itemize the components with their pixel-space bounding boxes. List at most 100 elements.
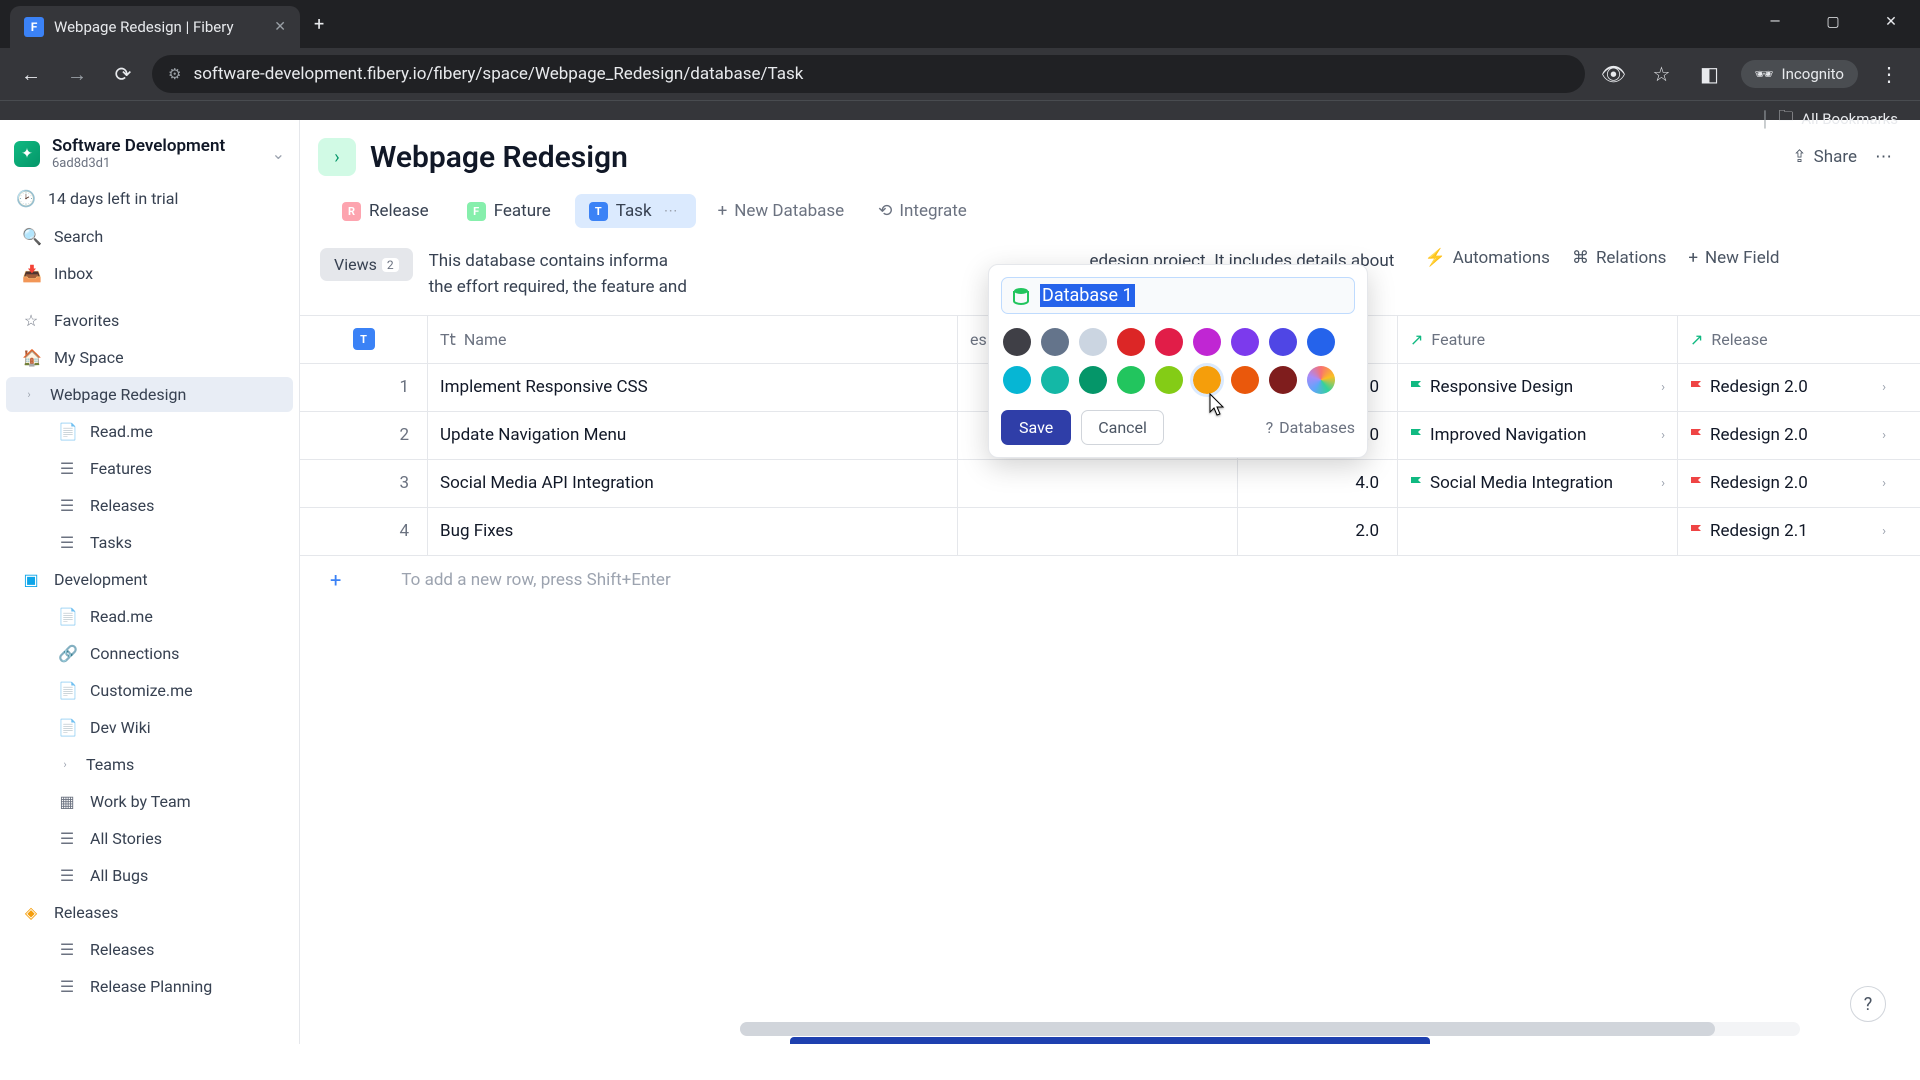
cell-release[interactable]: Redesign 2.0› bbox=[1678, 364, 1898, 411]
th-release[interactable]: ↗Release bbox=[1678, 316, 1898, 363]
chevron-right-icon[interactable]: › bbox=[22, 388, 36, 401]
cell-assignees[interactable] bbox=[958, 460, 1238, 507]
sidebar-item-readme-dev[interactable]: 📄 Read.me bbox=[6, 599, 293, 634]
minimize-icon[interactable]: ― bbox=[1746, 0, 1804, 44]
trial-banner[interactable]: 🕑 14 days left in trial bbox=[0, 179, 299, 218]
sidebar-item-allstories[interactable]: ☰ All Stories bbox=[6, 821, 293, 856]
color-swatch[interactable] bbox=[1041, 366, 1069, 394]
sidebar-item-favorites[interactable]: ☆ Favorites bbox=[6, 303, 293, 338]
star-icon[interactable]: ☆ bbox=[1645, 57, 1679, 91]
add-row[interactable]: + To add a new row, press Shift+Enter bbox=[300, 556, 1920, 604]
color-swatch[interactable] bbox=[1003, 366, 1031, 394]
automations-button[interactable]: ⚡Automations bbox=[1425, 248, 1550, 268]
sidebar-item-inbox[interactable]: 📥 Inbox bbox=[6, 256, 293, 291]
more-icon[interactable]: ⋯ bbox=[1875, 147, 1892, 167]
back-button[interactable]: ← bbox=[14, 57, 48, 91]
cell-feature[interactable]: Responsive Design› bbox=[1398, 364, 1678, 411]
kebab-icon[interactable]: ⋮ bbox=[1872, 57, 1906, 91]
site-settings-icon[interactable]: ⚙ bbox=[168, 65, 181, 83]
th-name[interactable]: T𝗍Name bbox=[428, 316, 958, 363]
sidebar-item-search[interactable]: 🔍 Search bbox=[6, 219, 293, 254]
color-swatch[interactable] bbox=[1041, 328, 1069, 356]
table-row[interactable]: 3 Social Media API Integration 4.0 Socia… bbox=[300, 460, 1920, 508]
color-swatch[interactable] bbox=[1079, 366, 1107, 394]
incognito-badge[interactable]: 🕶 Incognito bbox=[1741, 60, 1859, 88]
cancel-button[interactable]: Cancel bbox=[1081, 410, 1164, 445]
help-button[interactable]: ? bbox=[1850, 986, 1886, 1022]
sidebar-item-webpage-redesign[interactable]: › Webpage Redesign bbox=[6, 377, 293, 412]
expand-sidebar-button[interactable]: › bbox=[318, 138, 356, 176]
color-swatch[interactable] bbox=[1117, 328, 1145, 356]
chevron-right-icon[interactable]: › bbox=[58, 758, 72, 771]
sidebar-item-myspace[interactable]: 🏠 My Space bbox=[6, 340, 293, 375]
share-button[interactable]: ⇪ Share bbox=[1792, 147, 1857, 167]
cell-name[interactable]: Update Navigation Menu bbox=[428, 412, 958, 459]
relations-button[interactable]: ⌘Relations bbox=[1572, 248, 1666, 268]
cell-feature[interactable] bbox=[1398, 508, 1678, 555]
workspace-switcher[interactable]: ✦ Software Development 6ad8d3d1 ⌄ bbox=[0, 128, 299, 179]
color-swatch[interactable] bbox=[1231, 366, 1259, 394]
sidebar-item-allbugs[interactable]: ☰ All Bugs bbox=[6, 858, 293, 893]
horizontal-scrollbar[interactable] bbox=[740, 1022, 1800, 1036]
sidebar-item-workbyteam[interactable]: ▦ Work by Team bbox=[6, 784, 293, 819]
sidebar-item-features[interactable]: ☰ Features bbox=[6, 451, 293, 486]
sidebar-item-customize[interactable]: 📄 Customize.me bbox=[6, 673, 293, 708]
cell-feature[interactable]: Social Media Integration› bbox=[1398, 460, 1678, 507]
color-swatch[interactable] bbox=[1231, 328, 1259, 356]
th-feature[interactable]: ↗Feature bbox=[1398, 316, 1678, 363]
cell-name[interactable]: Implement Responsive CSS bbox=[428, 364, 958, 411]
sidebar-item-connections[interactable]: 🔗 Connections bbox=[6, 636, 293, 671]
cell-feature[interactable]: Improved Navigation› bbox=[1398, 412, 1678, 459]
color-swatch[interactable] bbox=[1193, 328, 1221, 356]
sidebar-item-release-planning[interactable]: ☰ Release Planning bbox=[6, 969, 293, 1004]
color-swatch[interactable] bbox=[1155, 366, 1183, 394]
sidebar-item-tasks[interactable]: ☰ Tasks bbox=[6, 525, 293, 560]
database-name-input-wrap[interactable]: Database 1 bbox=[1001, 277, 1355, 314]
table-row[interactable]: 4 Bug Fixes 2.0 Redesign 2.1› bbox=[300, 508, 1920, 556]
new-database-button[interactable]: + New Database bbox=[706, 194, 857, 228]
color-swatch[interactable] bbox=[1079, 328, 1107, 356]
color-swatch[interactable] bbox=[1269, 328, 1297, 356]
cell-name[interactable]: Bug Fixes bbox=[428, 508, 958, 555]
tab-more-icon[interactable]: ⋯ bbox=[660, 203, 682, 219]
maximize-icon[interactable]: ▢ bbox=[1804, 0, 1862, 44]
integrate-button[interactable]: ⟲ Integrate bbox=[866, 194, 979, 228]
cell-name[interactable]: Social Media API Integration bbox=[428, 460, 958, 507]
sidebar-item-readme[interactable]: 📄 Read.me bbox=[6, 414, 293, 449]
sidebar-item-releases[interactable]: ☰ Releases bbox=[6, 488, 293, 523]
cell-assignees[interactable] bbox=[958, 508, 1238, 555]
color-swatch[interactable] bbox=[1155, 328, 1183, 356]
tab-feature[interactable]: F Feature bbox=[453, 194, 565, 228]
color-swatch[interactable] bbox=[1307, 328, 1335, 356]
sidebar-item-teams[interactable]: › Teams bbox=[6, 747, 293, 782]
reload-button[interactable]: ⟳ bbox=[106, 57, 140, 91]
sidebar-item-releases-sub[interactable]: ☰ Releases bbox=[6, 932, 293, 967]
cell-release[interactable]: Redesign 2.0› bbox=[1678, 412, 1898, 459]
views-button[interactable]: Views 2 bbox=[320, 248, 413, 281]
close-window-icon[interactable]: ✕ bbox=[1862, 0, 1920, 44]
panel-icon[interactable]: ◧ bbox=[1693, 57, 1727, 91]
databases-help-link[interactable]: ? Databases bbox=[1266, 418, 1355, 437]
close-icon[interactable]: ✕ bbox=[274, 19, 286, 35]
new-field-button[interactable]: +New Field bbox=[1688, 248, 1779, 268]
url-input[interactable]: ⚙ software-development.fibery.io/fibery/… bbox=[152, 55, 1585, 93]
forward-button[interactable]: → bbox=[60, 57, 94, 91]
scrollbar-thumb[interactable] bbox=[740, 1022, 1715, 1036]
custom-color-swatch[interactable] bbox=[1307, 366, 1335, 394]
browser-tab[interactable]: F Webpage Redesign | Fibery ✕ bbox=[10, 6, 300, 48]
color-swatch[interactable] bbox=[1193, 366, 1221, 394]
sidebar-item-devwiki[interactable]: 📄 Dev Wiki bbox=[6, 710, 293, 745]
eye-off-icon[interactable]: 👁 bbox=[1597, 57, 1631, 91]
sidebar-item-releases-space[interactable]: ◈ Releases bbox=[6, 895, 293, 930]
cell-release[interactable]: Redesign 2.1› bbox=[1678, 508, 1898, 555]
tab-task[interactable]: T Task ⋯ bbox=[575, 194, 696, 228]
new-tab-button[interactable]: + bbox=[300, 14, 338, 35]
database-name-input[interactable]: Database 1 bbox=[1040, 285, 1344, 306]
sidebar-item-development[interactable]: ▣ Development bbox=[6, 562, 293, 597]
cell-effort[interactable]: 4.0 bbox=[1238, 460, 1398, 507]
color-swatch[interactable] bbox=[1117, 366, 1145, 394]
color-swatch[interactable] bbox=[1269, 366, 1297, 394]
cell-effort[interactable]: 2.0 bbox=[1238, 508, 1398, 555]
color-swatch[interactable] bbox=[1003, 328, 1031, 356]
cell-release[interactable]: Redesign 2.0› bbox=[1678, 460, 1898, 507]
